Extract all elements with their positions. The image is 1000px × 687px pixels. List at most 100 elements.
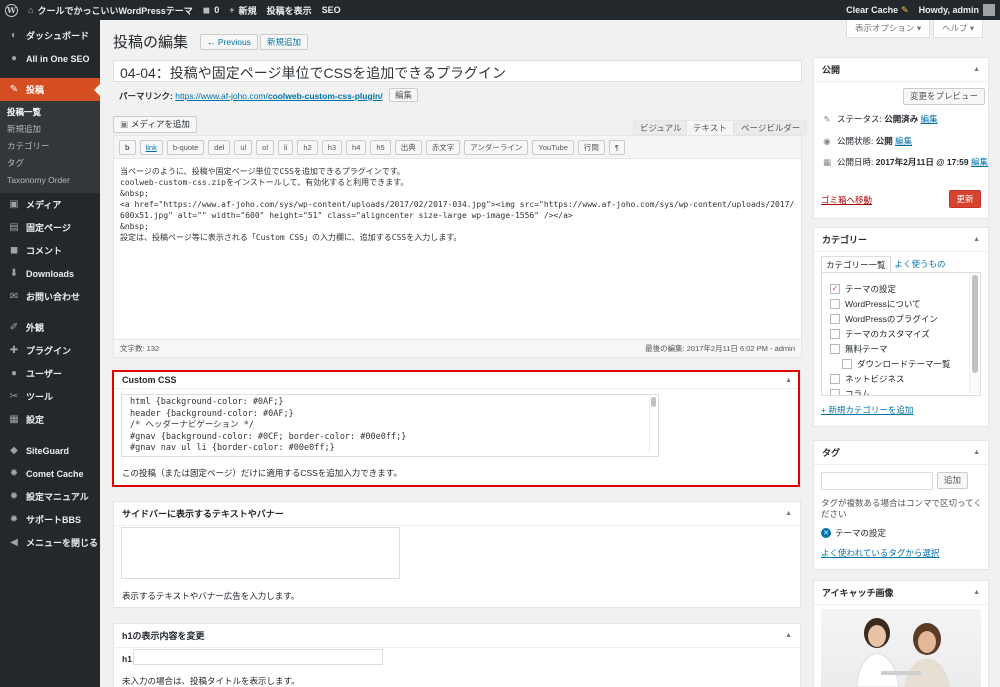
qt-underline-button[interactable]: アンダーライン bbox=[464, 139, 529, 155]
qt-red-text-button[interactable]: 赤文字 bbox=[425, 139, 461, 155]
qt-ol-button[interactable]: ol bbox=[256, 139, 274, 155]
account-menu[interactable]: Howdy, admin bbox=[914, 0, 1000, 20]
checkbox[interactable] bbox=[842, 358, 852, 369]
checkbox[interactable] bbox=[830, 373, 840, 384]
menu-collapse[interactable]: ◀ メニューを閉じる bbox=[0, 531, 100, 554]
submenu-add-new[interactable]: 新規追加 bbox=[0, 121, 100, 138]
menu-contact[interactable]: ✉ お問い合わせ bbox=[0, 285, 100, 308]
publish-header[interactable]: 公開 ▲ bbox=[814, 58, 988, 82]
checkbox[interactable] bbox=[830, 298, 840, 309]
add-new-post-button[interactable]: 新規追加 bbox=[260, 34, 309, 50]
checkbox[interactable] bbox=[830, 313, 840, 324]
toggle-arrow-icon[interactable]: ▲ bbox=[785, 632, 792, 639]
clear-cache-button[interactable]: Clear Cache ✎ bbox=[841, 0, 914, 20]
tag-header[interactable]: タグ ▲ bbox=[814, 441, 988, 465]
qt-blockquote-button[interactable]: b-quote bbox=[166, 139, 205, 155]
menu-plugins[interactable]: ✚ プラグイン bbox=[0, 339, 100, 362]
add-media-button[interactable]: ▣ メディアを追加 bbox=[113, 116, 197, 133]
list-item[interactable]: WordPressのプラグイン bbox=[822, 311, 980, 326]
qt-line-height-button[interactable]: 行間 bbox=[577, 139, 605, 155]
list-item[interactable]: ✓ テーマの設定 bbox=[822, 281, 980, 296]
help-tab[interactable]: ヘルプ ▾ bbox=[933, 20, 984, 38]
toggle-arrow-icon[interactable]: ▲ bbox=[973, 236, 980, 243]
menu-settings[interactable]: ▦ 設定 bbox=[0, 408, 100, 431]
qt-h4-button[interactable]: h4 bbox=[346, 139, 367, 155]
preview-changes-button[interactable]: 変更をプレビュー bbox=[903, 88, 986, 105]
comments-link[interactable]: ◼ 0 bbox=[198, 0, 225, 20]
menu-settings-manual[interactable]: ✹ 設定マニュアル bbox=[0, 485, 100, 508]
sidebar-text-header[interactable]: サイドバーに表示するテキストやバナー ▲ bbox=[114, 502, 800, 526]
permalink-edit-button[interactable]: 編集 bbox=[388, 88, 418, 102]
qt-link-button[interactable]: link bbox=[139, 139, 163, 155]
list-item[interactable]: ダウンロードテーマ一覧 bbox=[822, 356, 980, 371]
qt-h3-button[interactable]: h3 bbox=[321, 139, 343, 155]
menu-media[interactable]: ▣ メディア bbox=[0, 193, 100, 216]
status-edit-link[interactable]: 編集 bbox=[921, 113, 938, 125]
featured-image[interactable] bbox=[821, 609, 981, 687]
submenu-all-posts[interactable]: 投稿一覧 bbox=[0, 104, 100, 121]
menu-downloads[interactable]: ⬇ Downloads bbox=[0, 262, 100, 285]
submenu-taxonomy-order[interactable]: Taxonomy Order bbox=[0, 172, 100, 189]
tab-text[interactable]: テキスト bbox=[686, 120, 734, 135]
toggle-arrow-icon[interactable]: ▲ bbox=[973, 66, 980, 73]
site-name-link[interactable]: ⌂ クールでかっこいいWordPressテーマ bbox=[23, 0, 198, 20]
qt-del-button[interactable]: del bbox=[208, 139, 231, 155]
list-item[interactable]: コラム bbox=[822, 386, 980, 395]
sidebar-text-textarea[interactable] bbox=[121, 527, 400, 579]
qt-youtube-button[interactable]: YouTube bbox=[532, 139, 574, 155]
qt-h5-button[interactable]: h5 bbox=[370, 139, 391, 155]
h1-input[interactable] bbox=[133, 649, 383, 665]
qt-paragraph-button[interactable]: ¶ bbox=[608, 139, 625, 155]
menu-pages[interactable]: ▤ 固定ページ bbox=[0, 216, 100, 239]
qt-bold-button[interactable]: b bbox=[119, 139, 136, 155]
submenu-tags[interactable]: タグ bbox=[0, 155, 100, 172]
menu-dashboard[interactable]: ◐ ダッシュボード bbox=[0, 24, 100, 47]
post-content-textarea[interactable]: 当ページのように、投稿や固定ページ単位でCSSを追加できるプラグインです。 co… bbox=[114, 159, 801, 250]
previous-post-button[interactable]: ← Previous bbox=[200, 34, 258, 50]
wp-logo-menu[interactable]: W bbox=[0, 0, 23, 20]
checkbox[interactable] bbox=[830, 343, 840, 354]
toggle-arrow-icon[interactable]: ▲ bbox=[973, 449, 980, 456]
add-new-category-link[interactable]: + 新規カテゴリーを追加 bbox=[821, 404, 913, 416]
post-title-input[interactable]: 04-04：投稿や固定ページ単位でCSSを追加できるプラグイン bbox=[113, 60, 802, 82]
toggle-arrow-icon[interactable]: ▲ bbox=[973, 589, 980, 596]
menu-users[interactable]: ● ユーザー bbox=[0, 362, 100, 385]
add-tag-button[interactable]: 追加 bbox=[937, 472, 969, 489]
menu-all-in-one-seo[interactable]: ● All in One SEO bbox=[0, 47, 100, 70]
tab-visual[interactable]: ビジュアル bbox=[633, 120, 689, 135]
update-button[interactable]: 更新 bbox=[949, 190, 981, 208]
screen-options-tab[interactable]: 表示オプション ▾ bbox=[846, 20, 931, 38]
menu-comments[interactable]: ◼ コメント bbox=[0, 239, 100, 262]
qt-source-button[interactable]: 出典 bbox=[394, 139, 422, 155]
tag-input[interactable] bbox=[821, 472, 933, 490]
qt-ul-button[interactable]: ul bbox=[234, 139, 253, 155]
checkbox[interactable]: ✓ bbox=[830, 283, 840, 294]
list-item[interactable]: 無料テーマ bbox=[822, 341, 980, 356]
choose-popular-tags-link[interactable]: よく使われているタグから選択 bbox=[821, 547, 939, 559]
menu-appearance[interactable]: ✐ 外観 bbox=[0, 316, 100, 339]
date-edit-link[interactable]: 編集 bbox=[971, 156, 988, 168]
tab-page-builder[interactable]: ページビルダー bbox=[734, 120, 808, 135]
remove-tag-icon[interactable]: ✕ bbox=[821, 528, 831, 538]
qt-h2-button[interactable]: h2 bbox=[297, 139, 318, 155]
checkbox[interactable] bbox=[830, 388, 840, 395]
scroll-thumb[interactable] bbox=[972, 275, 978, 373]
category-scrollbar[interactable] bbox=[969, 273, 979, 393]
list-item[interactable]: ネットビジネス bbox=[822, 371, 980, 386]
tab-popular-categories[interactable]: よく使うもの bbox=[890, 256, 950, 273]
list-item[interactable]: WordPressについて bbox=[822, 296, 980, 311]
permalink-link[interactable]: https://www.af-joho.com/coolweb-custom-c… bbox=[175, 91, 382, 101]
menu-siteguard[interactable]: ◆ SiteGuard bbox=[0, 439, 100, 462]
menu-tools[interactable]: ✂ ツール bbox=[0, 385, 100, 408]
tab-all-categories[interactable]: カテゴリー一覧 bbox=[821, 256, 891, 273]
h1-header[interactable]: h1の表示内容を変更 ▲ bbox=[114, 624, 800, 648]
visibility-edit-link[interactable]: 編集 bbox=[895, 135, 912, 147]
new-content-menu[interactable]: + 新規 bbox=[224, 0, 261, 20]
menu-posts[interactable]: ✎ 投稿 bbox=[0, 78, 100, 101]
menu-support-bbs[interactable]: ✹ サポートBBS bbox=[0, 508, 100, 531]
menu-comet-cache[interactable]: ✹ Comet Cache bbox=[0, 462, 100, 485]
qt-li-button[interactable]: li bbox=[278, 139, 294, 155]
featured-image-header[interactable]: アイキャッチ画像 ▲ bbox=[814, 581, 988, 605]
toggle-arrow-icon[interactable]: ▲ bbox=[785, 510, 792, 517]
category-header[interactable]: カテゴリー ▲ bbox=[814, 228, 988, 252]
